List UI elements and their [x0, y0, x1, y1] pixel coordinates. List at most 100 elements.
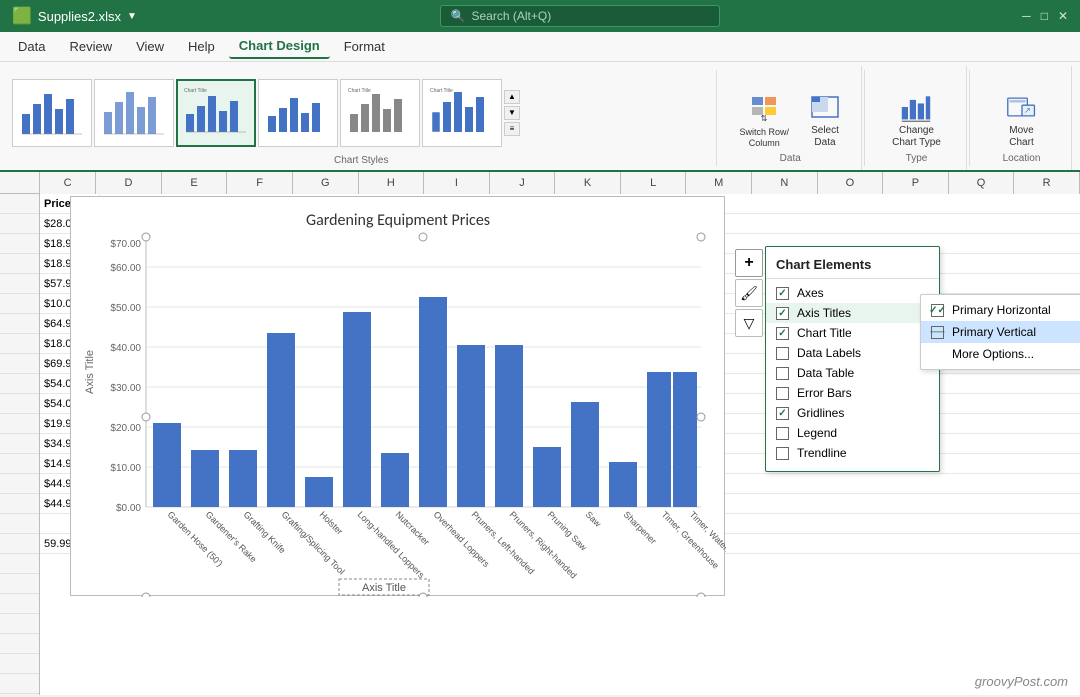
menu-help[interactable]: Help	[178, 35, 225, 58]
chart-style-6[interactable]: Chart Title	[422, 79, 502, 147]
add-element-btn[interactable]: +	[735, 249, 763, 277]
dropdown-arrow[interactable]: ▼	[127, 11, 137, 22]
svg-text:Pruners, Left-handed: Pruners, Left-handed	[470, 509, 537, 576]
change-chart-type-icon	[900, 91, 932, 123]
switch-row-col-btn[interactable]: ⇅ Switch Row/Column	[731, 89, 797, 153]
close-btn[interactable]: ✕	[1058, 9, 1068, 23]
ribbon-sep-1	[716, 70, 717, 166]
popup-item-trendline[interactable]: Trendline	[766, 443, 939, 463]
popup-item-error-bars[interactable]: Error Bars	[766, 383, 939, 403]
minimize-btn[interactable]: ─	[1022, 9, 1031, 23]
scroll-down[interactable]: ▼	[504, 106, 520, 120]
search-area: 🔍 Search (Alt+Q)	[137, 5, 1022, 27]
popup-item-legend[interactable]: Legend	[766, 423, 939, 443]
svg-text:$40.00: $40.00	[110, 343, 141, 354]
data-labels-checkbox	[776, 347, 789, 360]
menu-data[interactable]: Data	[8, 35, 55, 58]
col-i-header: I	[424, 172, 490, 194]
change-chart-type-label: ChangeChart Type	[892, 125, 941, 149]
ribbon-type-items: ChangeChart Type	[884, 68, 949, 153]
chart-container[interactable]: Gardening Equipment Prices Axis Title	[70, 196, 725, 596]
chart-title-label: Chart Title	[797, 326, 852, 340]
change-chart-type-btn[interactable]: ChangeChart Type	[884, 87, 949, 153]
col-d-header: D	[96, 172, 162, 194]
col-n-header: N	[752, 172, 818, 194]
title-bar-left: 🟩 Supplies2.xlsx ▼	[12, 6, 137, 26]
svg-text:Nutcracker: Nutcracker	[394, 509, 432, 547]
popup-item-data-table[interactable]: Data Table	[766, 363, 939, 383]
svg-text:Long-handled Loppers: Long-handled Loppers	[356, 509, 427, 580]
svg-text:Chart Title: Chart Title	[348, 88, 371, 94]
col-q-header: Q	[949, 172, 1015, 194]
chart-style-3[interactable]: Chart Title	[176, 79, 256, 147]
popup-item-gridlines[interactable]: Gridlines	[766, 403, 939, 423]
chart-style-2[interactable]	[94, 79, 174, 147]
svg-text:$0.00: $0.00	[116, 503, 141, 514]
menu-view[interactable]: View	[126, 35, 174, 58]
maximize-btn[interactable]: □	[1041, 9, 1048, 23]
svg-text:Grafting/Splicing Tool: Grafting/Splicing Tool	[280, 509, 347, 576]
chart-styles-btn[interactable]: 🖌	[735, 279, 763, 307]
col-g-header: G	[293, 172, 359, 194]
move-chart-btn[interactable]: ↗ MoveChart	[998, 87, 1046, 153]
ribbon-data-items: ⇅ Switch Row/Column	[731, 68, 849, 153]
svg-text:$70.00: $70.00	[110, 239, 141, 250]
data-labels-label: Data Labels	[797, 346, 861, 360]
submenu-primary-vertical[interactable]: ─ Primary Vertical	[921, 321, 1080, 343]
error-bars-checkbox	[776, 387, 789, 400]
chart-elements-popup: Chart Elements Axes Axis Titles Chart Ti…	[765, 246, 940, 472]
select-data-btn[interactable]: SelectData	[801, 87, 849, 153]
col-headers: C D E F G H I J K L M N O P Q R	[0, 172, 1080, 194]
menu-bar: Data Review View Help Chart Design Forma…	[0, 32, 1080, 62]
title-bar: 🟩 Supplies2.xlsx ▼ 🔍 Search (Alt+Q) ─ □ …	[0, 0, 1080, 32]
gridlines-checkbox	[776, 407, 789, 420]
col-c-header: C	[40, 172, 96, 194]
search-box[interactable]: 🔍 Search (Alt+Q)	[440, 5, 720, 27]
popup-item-axis-titles[interactable]: Axis Titles	[766, 303, 939, 323]
legend-checkbox	[776, 427, 789, 440]
svg-text:Sharpener: Sharpener	[622, 509, 659, 546]
menu-chart-design[interactable]: Chart Design	[229, 34, 330, 59]
col-k-header: K	[555, 172, 621, 194]
ribbon-location-items: ↗ MoveChart	[998, 68, 1046, 153]
menu-format[interactable]: Format	[334, 35, 395, 58]
chart-style-5[interactable]: Chart Title	[340, 79, 420, 147]
popup-item-chart-title[interactable]: Chart Title	[766, 323, 939, 343]
svg-text:$30.00: $30.00	[110, 383, 141, 394]
ribbon-sep-2	[864, 70, 865, 166]
svg-text:↗: ↗	[1023, 106, 1030, 115]
col-o-header: O	[818, 172, 884, 194]
row-numbers	[0, 194, 40, 695]
scroll-up[interactable]: ▲	[504, 90, 520, 104]
chart-title-checkbox	[776, 327, 789, 340]
chart-style-4[interactable]	[258, 79, 338, 147]
svg-text:Axis Title: Axis Title	[84, 350, 96, 394]
primary-horizontal-checkbox: ✓	[931, 304, 944, 317]
switch-row-col-label: Switch Row/Column	[739, 127, 789, 149]
chart-styles-label: Chart Styles	[12, 155, 710, 170]
axis-titles-checkbox	[776, 307, 789, 320]
switch-icon: ⇅	[748, 93, 780, 125]
axis-titles-submenu: ✓ Primary Horizontal ─ Primary Vertical …	[920, 294, 1080, 370]
chart-tools: + 🖌 ▽	[735, 249, 763, 337]
svg-text:Chart Title: Chart Title	[184, 88, 207, 94]
svg-text:Chart Title: Chart Title	[430, 88, 453, 94]
cells-area: Price $28.00 $18.95 $18.95 $57.95 $10.00…	[40, 194, 1080, 695]
col-m-header: M	[686, 172, 752, 194]
select-data-label: SelectData	[811, 125, 839, 149]
col-e-header: E	[162, 172, 228, 194]
axis-titles-label: Axis Titles	[797, 306, 851, 320]
svg-text:Axis Title: Axis Title	[362, 582, 406, 594]
primary-vertical-checkbox: ─	[931, 326, 944, 339]
submenu-more-options[interactable]: More Options...	[921, 343, 1080, 365]
popup-item-axes[interactable]: Axes	[766, 283, 939, 303]
submenu-primary-horizontal[interactable]: ✓ Primary Horizontal	[921, 299, 1080, 321]
col-j-header: J	[490, 172, 556, 194]
scroll-more[interactable]: ≡	[504, 122, 520, 136]
menu-review[interactable]: Review	[59, 35, 122, 58]
col-f-header: F	[227, 172, 293, 194]
trendline-label: Trendline	[797, 446, 847, 460]
chart-filters-btn[interactable]: ▽	[735, 309, 763, 337]
chart-style-1[interactable]	[12, 79, 92, 147]
popup-item-data-labels[interactable]: Data Labels	[766, 343, 939, 363]
